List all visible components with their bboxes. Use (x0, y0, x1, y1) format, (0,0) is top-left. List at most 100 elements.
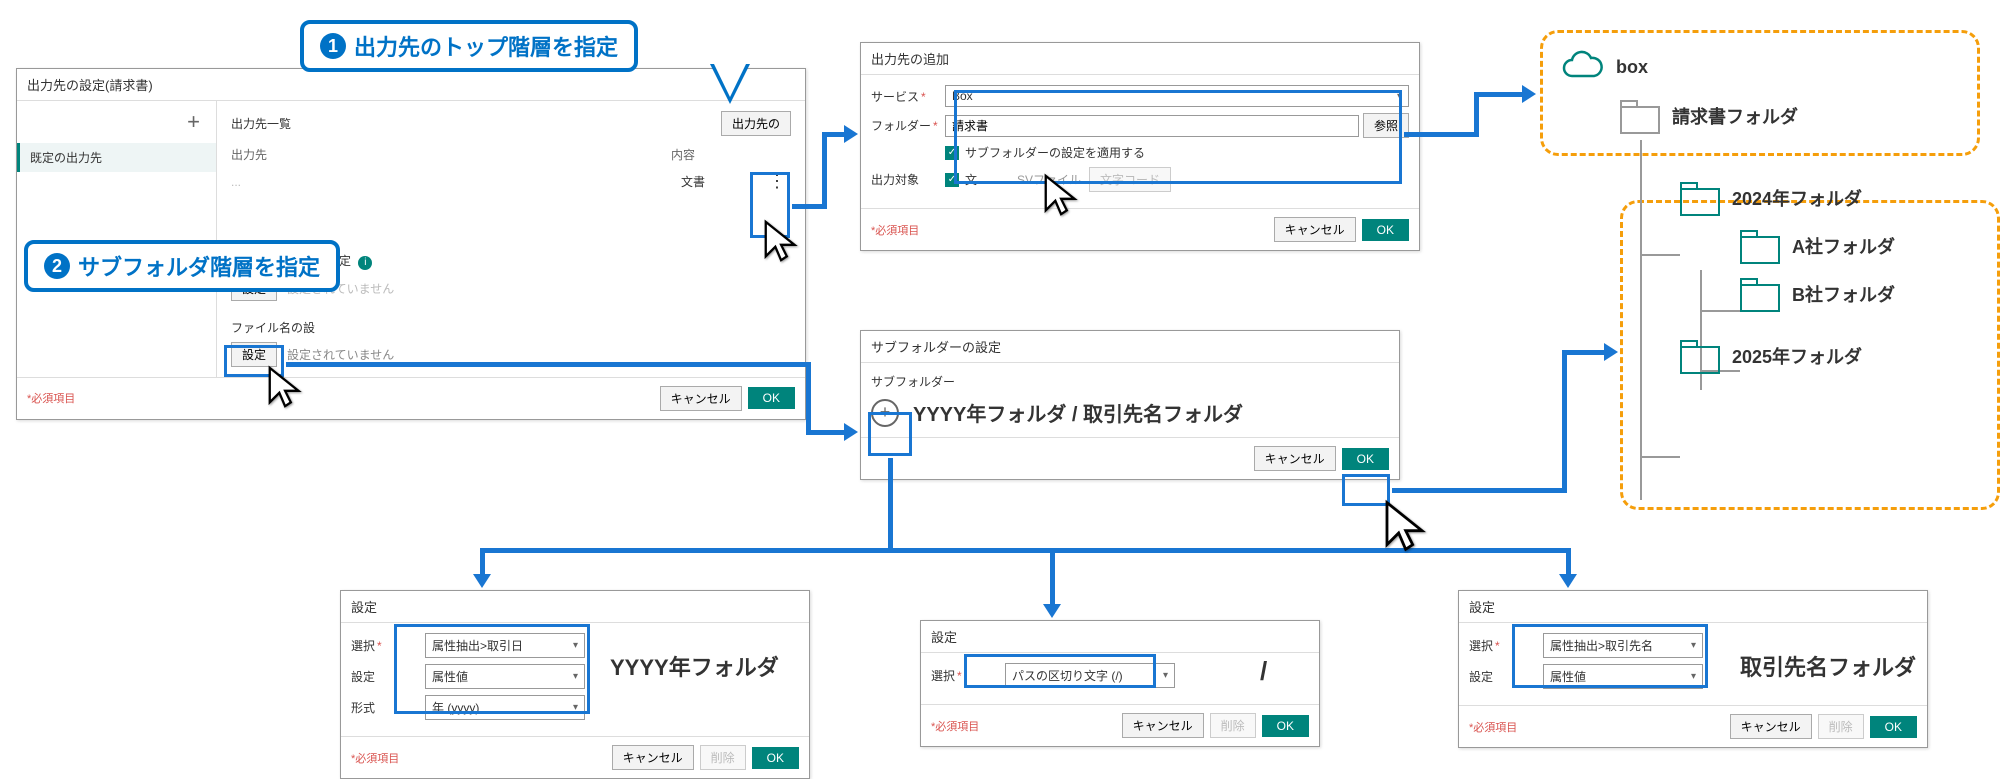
add-output-button[interactable]: 出力先の (721, 111, 791, 136)
s3-ok[interactable]: OK (1870, 716, 1917, 738)
tab-default-output[interactable]: 既定の出力先 (17, 143, 216, 172)
subfolder-label: サブフォルダー (871, 373, 1389, 390)
output-doc-label: 文 (965, 171, 977, 188)
s2-ok[interactable]: OK (1262, 715, 1309, 737)
callout-step1: 1 出力先のトップ階層を指定 (300, 20, 638, 72)
add-ok-button[interactable]: OK (1362, 219, 1409, 241)
s1-setting[interactable]: 属性値▾ (425, 664, 585, 689)
settings1-title: 設定 (341, 591, 809, 623)
subfolder-dialog-title: サブフォルダーの設定 (861, 331, 1399, 363)
s2-delete: 削除 (1210, 713, 1256, 738)
filename-settings-button[interactable]: 設定 (231, 342, 277, 367)
cursor-1 (760, 218, 806, 267)
dialog-output-settings-title: 出力先の設定(請求書) (17, 69, 805, 101)
main-ok-button[interactable]: OK (748, 387, 795, 409)
s3-setting[interactable]: 属性値▾ (1543, 664, 1703, 689)
cursor-2 (264, 364, 310, 413)
service-select-value: Box (952, 89, 973, 103)
add-subfolder-button[interactable]: + (871, 399, 899, 427)
main-required-note: *必須項目 (17, 386, 85, 410)
subfolder-ok-button[interactable]: OK (1342, 448, 1389, 470)
folder-icon-green (1740, 230, 1780, 262)
tree-companyA: A社フォルダ (1792, 233, 1895, 259)
s1-required: *必須項目 (341, 746, 409, 770)
filename-not-set: 設定されていません (287, 346, 394, 363)
add-required-note: *必須項目 (861, 218, 929, 242)
settings3-title: 設定 (1459, 591, 1927, 623)
s3-select-label: 選択 (1469, 639, 1493, 653)
tree-connector-v1 (1640, 140, 1642, 500)
tree-companyB: B社フォルダ (1792, 281, 1895, 307)
row-overflow-icon[interactable]: ⋮ (761, 171, 791, 192)
tree-y2025: 2025年フォルダ (1732, 343, 1862, 369)
row-output-value: ... (231, 175, 681, 189)
folder-label: フォルダー (871, 119, 931, 133)
main-cancel-button[interactable]: キャンセル (660, 386, 742, 411)
folder-icon-green (1680, 182, 1720, 214)
tree-service: box (1616, 57, 1648, 78)
s2-result: / (1260, 656, 1267, 687)
subfolder-cancel-button[interactable]: キャンセル (1254, 446, 1336, 471)
s3-cancel[interactable]: キャンセル (1730, 714, 1812, 739)
output-list-heading: 出力先一覧 (231, 115, 291, 132)
filename-heading: ファイル名の設 (231, 321, 315, 335)
browse-button[interactable]: 参照 (1363, 113, 1409, 138)
dialog-add-output: 出力先の追加 サービス* Box ▾ フォルダー* 参照 ✓ サブフォルダーの設… (860, 42, 1420, 251)
service-select[interactable]: Box ▾ (945, 85, 1409, 107)
s2-cancel[interactable]: キャンセル (1122, 713, 1204, 738)
dialog-settings-1: 設定 選択* 属性抽出>取引日▾ 設定 属性値▾ 形式 年 (yyyy)▾ *必… (340, 590, 810, 779)
s2-required: *必須項目 (921, 714, 989, 738)
cloud-icon (1560, 50, 1604, 84)
s2-select-label: 選択 (931, 669, 955, 683)
s3-delete: 削除 (1818, 714, 1864, 739)
output-target-label: 出力対象 (871, 173, 919, 187)
tree-y2024: 2024年フォルダ (1732, 185, 1862, 211)
apply-subfolder-label: サブフォルダーの設定を適用する (965, 144, 1145, 161)
s1-delete: 削除 (700, 745, 746, 770)
s1-result: YYYY年フォルダ (610, 650, 779, 682)
dialog-subfolder: サブフォルダーの設定 サブフォルダー + YYYY年フォルダ / 取引先名フォル… (860, 330, 1400, 480)
s1-cancel[interactable]: キャンセル (612, 745, 694, 770)
folder-icon (1620, 100, 1660, 132)
callout-number-1: 1 (320, 33, 346, 59)
cursor-3 (1040, 172, 1086, 221)
tab-default-output-label: 既定の出力先 (30, 151, 102, 165)
output-doc-checkbox[interactable]: ✓ (945, 173, 959, 187)
s3-required: *必須項目 (1459, 715, 1527, 739)
folder-input[interactable] (945, 115, 1359, 137)
charcode-button: 文字コード (1089, 167, 1171, 192)
add-cancel-button[interactable]: キャンセル (1274, 217, 1356, 242)
add-dialog-title: 出力先の追加 (861, 43, 1419, 75)
s1-format-value: 年 (yyyy) (432, 699, 479, 716)
s1-setting-value: 属性値 (432, 668, 468, 685)
folder-tree: box 請求書フォルダ 2024年フォルダ A社フォルダ B社フォルダ 2025… (1560, 50, 1980, 388)
s1-format-label: 形式 (351, 699, 425, 716)
callout-step2: 2 サブフォルダ階層を指定 (24, 240, 340, 292)
cursor-4 (1380, 498, 1436, 557)
s1-select-label: 選択 (351, 639, 375, 653)
s3-setting-value: 属性値 (1550, 668, 1586, 685)
s3-select[interactable]: 属性抽出>取引先名▾ (1543, 633, 1703, 658)
col-header-output: 出力先 (231, 146, 671, 163)
s1-ok[interactable]: OK (752, 747, 799, 769)
callout-text-1: 出力先のトップ階層を指定 (354, 30, 618, 62)
s3-setting-label: 設定 (1469, 668, 1543, 685)
folder-icon-green (1680, 340, 1720, 372)
s1-format[interactable]: 年 (yyyy)▾ (425, 695, 585, 720)
settings2-title: 設定 (921, 621, 1319, 653)
s1-select-value: 属性抽出>取引日 (432, 637, 523, 654)
callout-text-2: サブフォルダ階層を指定 (78, 250, 320, 282)
apply-subfolder-checkbox[interactable]: ✓ (945, 146, 959, 160)
row-content-value: 文書 (681, 173, 761, 190)
add-tab-icon[interactable]: + (187, 109, 200, 135)
col-header-content: 内容 (671, 146, 791, 163)
callout-1-tail-inner (714, 64, 746, 97)
callout-number-2: 2 (44, 253, 70, 279)
chevron-down-icon: ▾ (1397, 91, 1402, 102)
folder-icon-green (1740, 278, 1780, 310)
s1-select[interactable]: 属性抽出>取引日▾ (425, 633, 585, 658)
s2-select[interactable]: パスの区切り文字 (/)▾ (1005, 663, 1175, 688)
info-icon: i (358, 256, 372, 270)
s3-select-value: 属性抽出>取引先名 (1550, 637, 1653, 654)
s3-result: 取引先名フォルダ (1740, 650, 1916, 682)
